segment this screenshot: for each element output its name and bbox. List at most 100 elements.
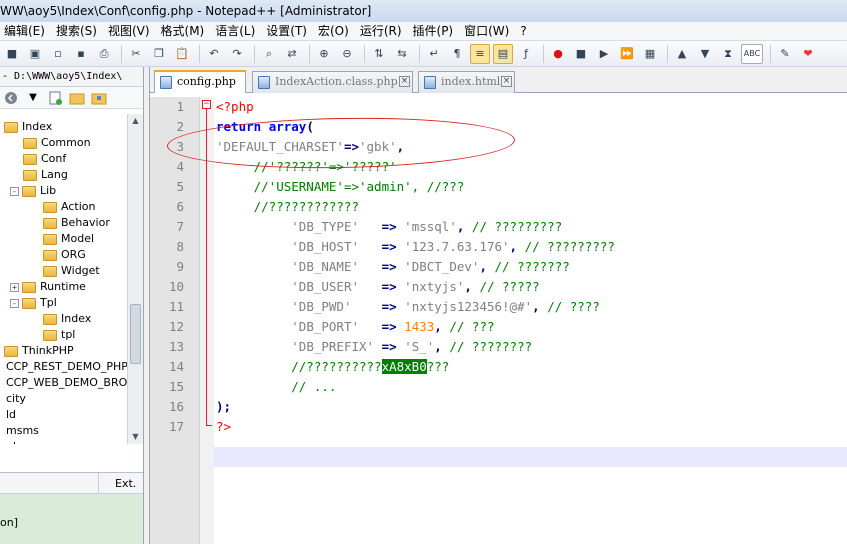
menu-item[interactable]: 宏(O) [314, 22, 356, 40]
tree-item[interactable]: Lang [23, 167, 68, 183]
paste-icon[interactable]: 📋 [172, 44, 192, 64]
cut-icon[interactable]: ✂ [126, 44, 146, 64]
show-all-chars-icon[interactable]: ¶ [447, 44, 467, 64]
tree-item[interactable]: msms [6, 423, 39, 439]
tree-item[interactable]: Widget [43, 263, 100, 279]
tree-item[interactable]: Model [43, 231, 94, 247]
bookmark-icon[interactable]: ⧗ [718, 44, 738, 64]
menu-item[interactable]: 搜索(S) [52, 22, 104, 40]
menu-item[interactable]: 插件(P) [409, 22, 461, 40]
heart-icon[interactable]: ❤ [798, 44, 818, 64]
tree-item-label: msms [6, 424, 39, 437]
print-icon[interactable]: ⎙ [94, 44, 114, 64]
find-icon[interactable]: ⌕ [259, 44, 279, 64]
down-icon[interactable]: ▼ [695, 44, 715, 64]
fold-margin [200, 97, 214, 544]
highlight-icon[interactable]: ✎ [775, 44, 795, 64]
up-icon[interactable]: ▲ [672, 44, 692, 64]
tree-item[interactable]: Index [4, 119, 52, 135]
tree-item[interactable]: CCP_WEB_DEMO_BROW [6, 375, 127, 391]
menu-item[interactable]: 视图(V) [104, 22, 157, 40]
fold-collapse-icon[interactable]: − [202, 100, 211, 109]
toolbar-separator [254, 44, 255, 63]
undo-icon[interactable]: ↶ [204, 44, 224, 64]
explorer-scrollbar[interactable]: ▲ ▼ [127, 114, 143, 444]
tree-item[interactable]: ThinkPHP [4, 343, 74, 359]
menu-item[interactable]: 设置(T) [262, 22, 314, 40]
scroll-down-icon[interactable]: ▼ [128, 430, 143, 444]
tree-item[interactable]: CCP_REST_DEMO_PHP_ [6, 359, 127, 375]
file-list-row[interactable]: on] [0, 516, 18, 529]
expand-icon[interactable]: + [10, 282, 19, 292]
close-icon[interactable]: ▫ [48, 44, 68, 64]
menu-item[interactable]: ? [516, 22, 533, 40]
stop-macro-icon[interactable]: ■ [571, 44, 591, 64]
tree-item[interactable]: phpcms [6, 439, 49, 444]
dropdown-icon[interactable]: ▼ [24, 90, 42, 106]
collapse-icon[interactable]: - [10, 298, 19, 308]
menu-item[interactable]: 窗口(W) [460, 22, 516, 40]
function-list-icon[interactable]: ƒ [516, 44, 536, 64]
tree-item[interactable]: Behavior [43, 215, 110, 231]
tree-item[interactable]: tpl [43, 327, 75, 343]
editor-pane: config.php IndexAction.class.php × index… [149, 67, 847, 544]
zoom-in-icon[interactable]: ⊕ [314, 44, 334, 64]
folder-up-icon[interactable] [90, 90, 108, 106]
wrap-icon[interactable]: ↵ [424, 44, 444, 64]
tree-item[interactable]: Index [43, 311, 91, 327]
file-icon [424, 76, 436, 89]
tree-item[interactable]: Common [23, 135, 91, 151]
code-line: //???????????? [216, 199, 359, 214]
folder-icon [43, 233, 57, 245]
toolbar-separator [199, 44, 200, 63]
zoom-out-icon[interactable]: ⊖ [337, 44, 357, 64]
close-tab-icon[interactable]: × [399, 76, 410, 87]
tree-item[interactable]: Action [43, 199, 95, 215]
play-macro-icon[interactable]: ▶ [594, 44, 614, 64]
code-line: 'DB_PORT' => 1433, // ??? [291, 319, 495, 334]
menu-item[interactable]: 语言(L) [211, 22, 262, 40]
spellcheck-icon[interactable]: ABC [741, 43, 763, 64]
menu-item[interactable]: 格式(M) [157, 22, 212, 40]
code-editor[interactable]: <?php return array( 'DEFAULT_CHARSET'=>'… [214, 97, 847, 544]
back-icon[interactable] [2, 90, 20, 106]
folder-explorer-panel: - D:\WWW\aoy5\Index\ ▼ Index Common Conf La… [0, 67, 144, 544]
ext-column-header[interactable]: Ext. [98, 473, 143, 495]
sync-h-icon[interactable]: ⇆ [392, 44, 412, 64]
scroll-up-icon[interactable]: ▲ [128, 114, 143, 128]
tree-item[interactable]: - Tpl [10, 295, 57, 311]
sync-v-icon[interactable]: ⇅ [369, 44, 389, 64]
indent-guide-icon[interactable]: ≡ [470, 43, 490, 64]
menu-item[interactable]: 编辑(E) [0, 22, 52, 40]
tab-indexaction-class-php[interactable]: IndexAction.class.php × [252, 71, 413, 93]
tree-item[interactable]: ld [6, 407, 16, 423]
close-tab-icon[interactable]: × [501, 76, 512, 87]
save-macro-icon[interactable]: ▦ [640, 44, 660, 64]
redo-icon[interactable]: ↷ [227, 44, 247, 64]
collapse-icon[interactable]: - [10, 186, 19, 196]
line-number: 10 [168, 279, 184, 294]
save-icon[interactable]: ■ [2, 44, 22, 64]
new-folder-icon[interactable] [68, 90, 86, 106]
tree-item[interactable]: ORG [43, 247, 86, 263]
copy-icon[interactable]: ❐ [149, 44, 169, 64]
replace-icon[interactable]: ⇄ [282, 44, 302, 64]
run-macro-multiple-icon[interactable]: ⏩ [617, 44, 637, 64]
tab-config-php[interactable]: config.php [154, 70, 246, 93]
close-all-icon[interactable]: ▪ [71, 44, 91, 64]
menu-item[interactable]: 运行(R) [356, 22, 409, 40]
tab-index-html[interactable]: index.html × [418, 71, 515, 93]
tree-item[interactable]: Conf [23, 151, 66, 167]
record-macro-icon[interactable]: ● [548, 44, 568, 64]
save-all-icon[interactable]: ▣ [25, 44, 45, 64]
folder-icon [43, 329, 57, 341]
line-number-gutter: 1 2 3 4 5 6 7 8 9 10 11 12 13 14 15 16 17 [150, 97, 200, 544]
scrollbar-thumb[interactable] [130, 304, 141, 364]
tree-item[interactable]: city [6, 391, 26, 407]
new-file-icon[interactable] [46, 90, 64, 106]
tree-item[interactable]: + Runtime [10, 279, 86, 295]
tab-label: IndexAction.class.php [275, 75, 398, 88]
tree-item[interactable]: - Lib [10, 183, 56, 199]
folder-icon [23, 137, 37, 149]
doc-map-icon[interactable]: ▤ [493, 43, 513, 64]
